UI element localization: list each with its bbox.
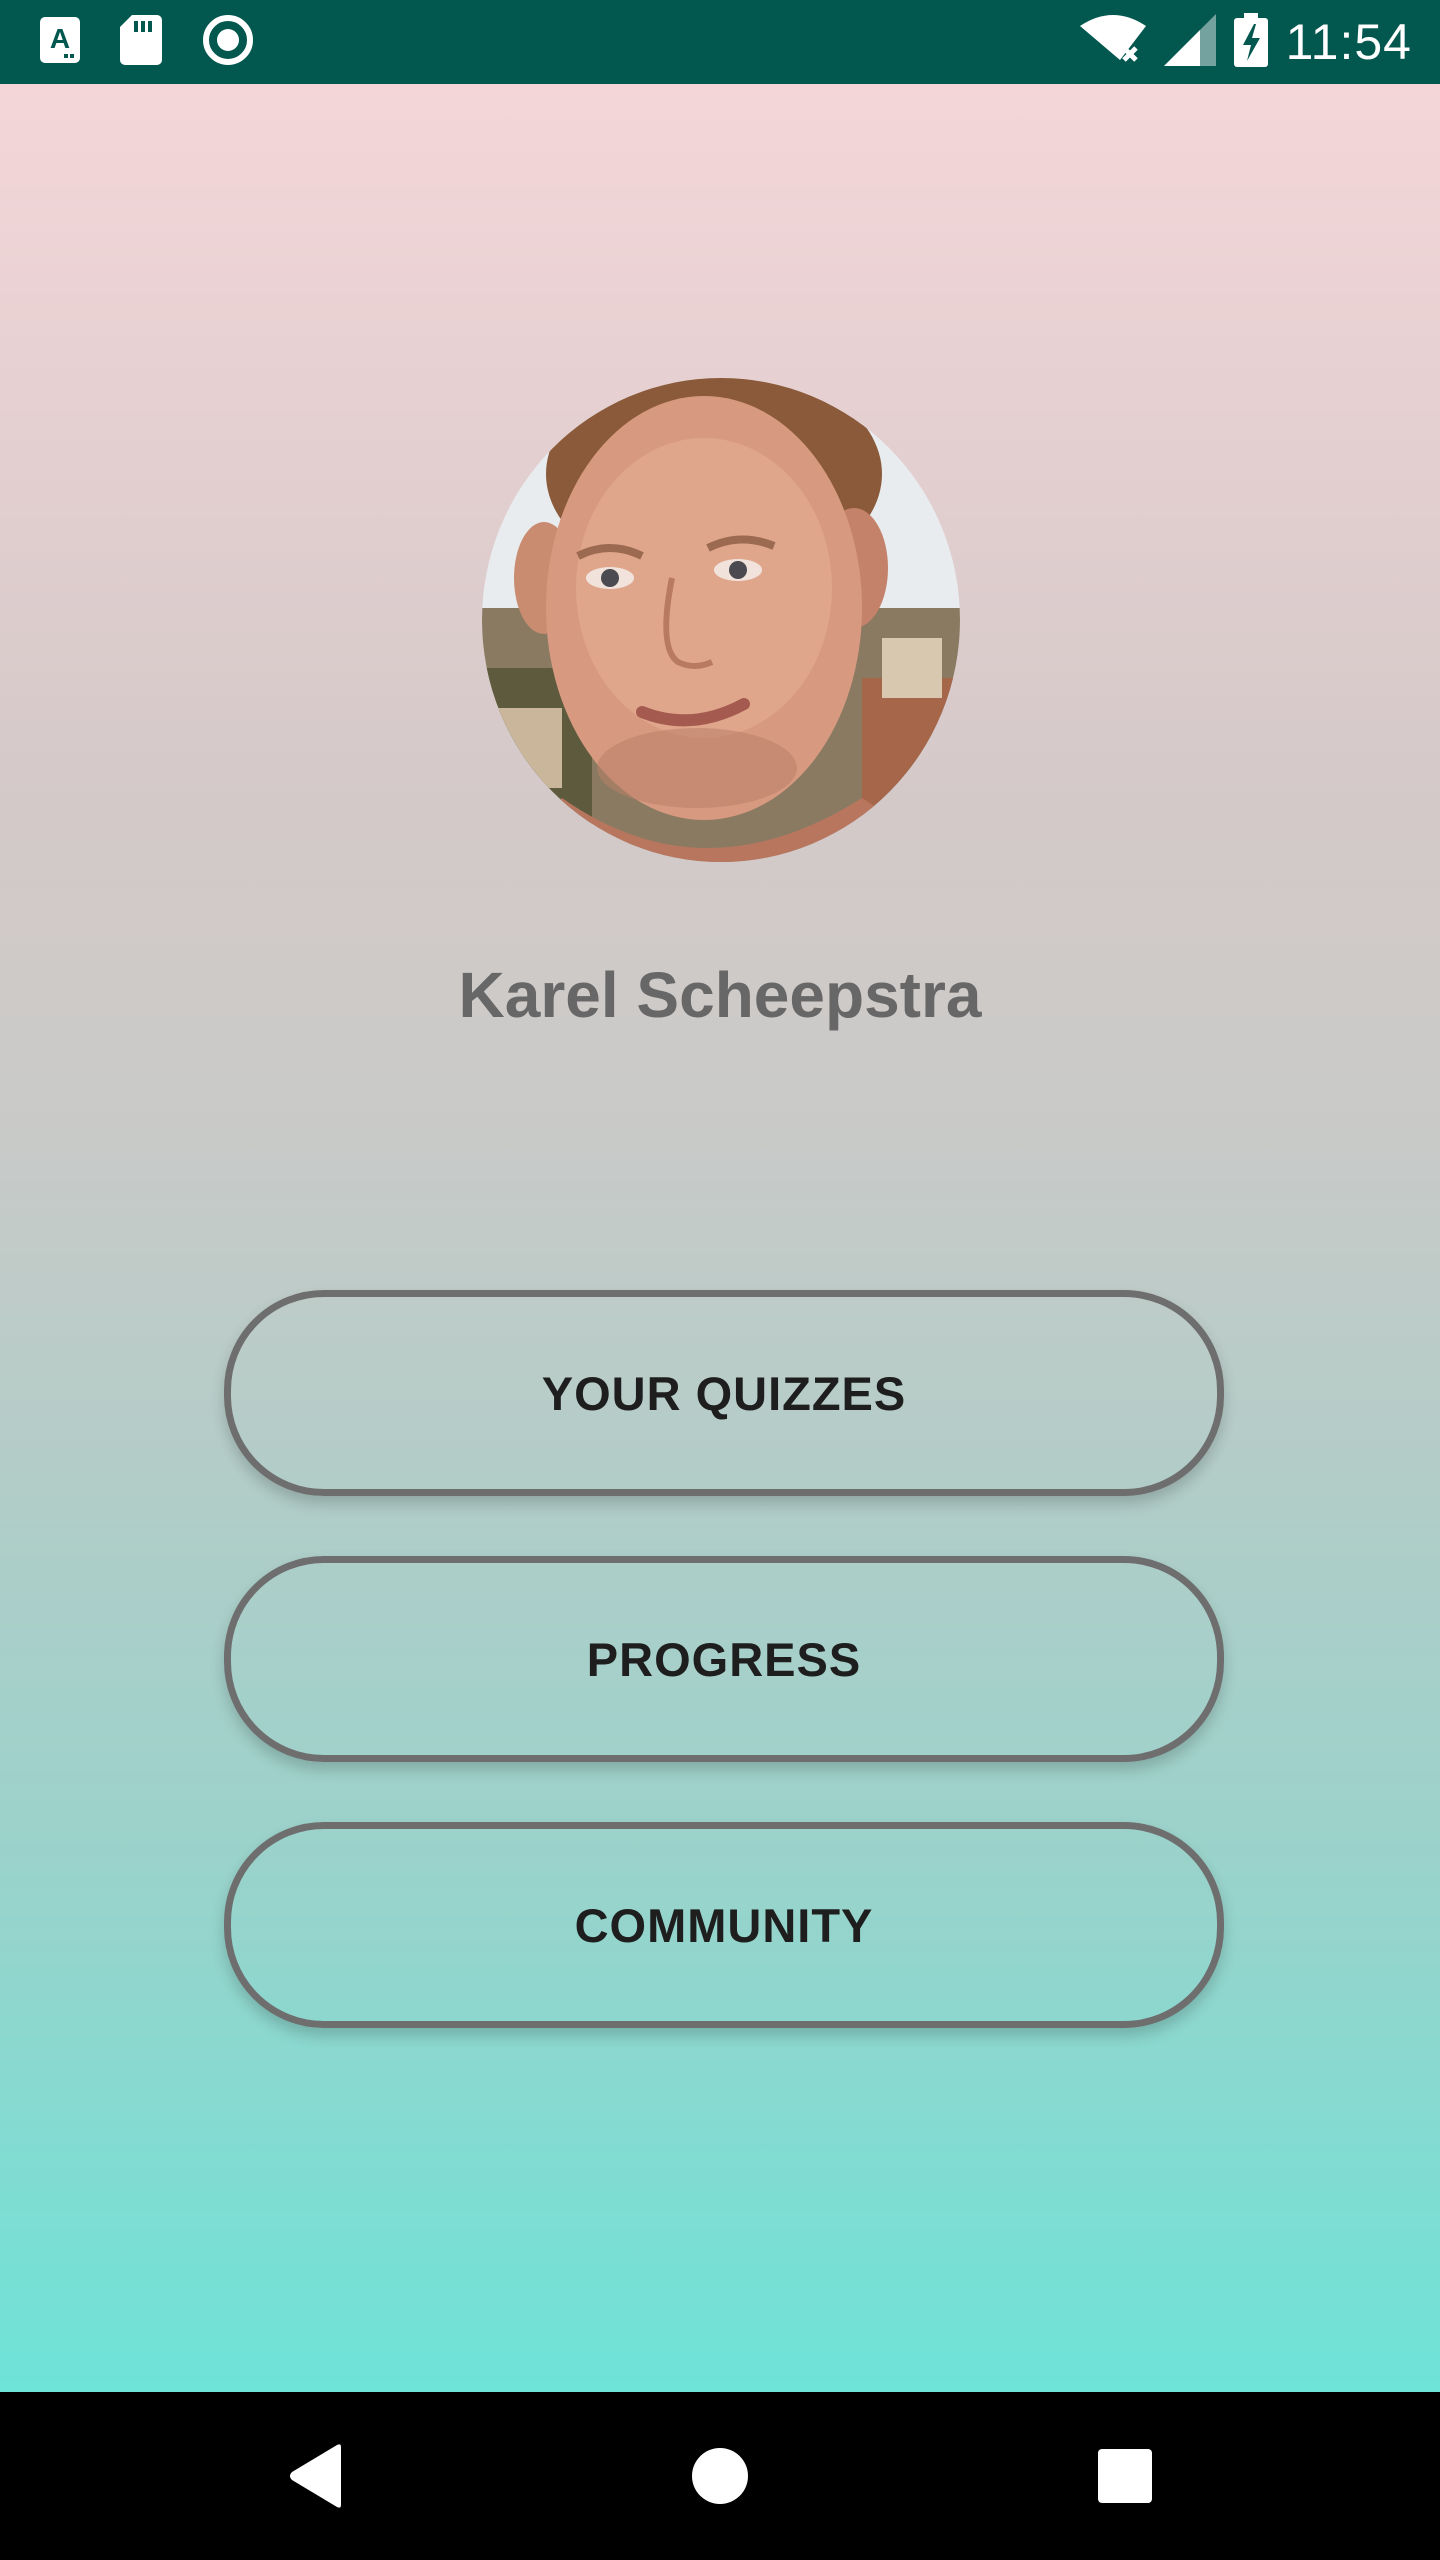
status-system-icons: 11:54 [1079, 10, 1412, 74]
profile-photo [482, 378, 960, 862]
profile-name: Karel Scheepstra [458, 959, 982, 1031]
cell-signal-icon [1163, 13, 1216, 71]
avatar [482, 378, 960, 862]
home-icon [692, 2448, 748, 2504]
sd-card-icon [120, 14, 162, 70]
battery-charging-icon [1233, 12, 1268, 72]
community-button[interactable]: COMMUNITY [224, 1822, 1224, 2028]
recents-icon [1098, 2449, 1152, 2503]
record-icon [202, 14, 254, 71]
status-notifications: A [40, 14, 254, 71]
wifi-no-internet-icon [1079, 14, 1146, 71]
status-bar: A 11:54 [0, 0, 1440, 84]
status-clock: 11:54 [1285, 14, 1412, 70]
back-button[interactable] [266, 2426, 366, 2526]
recents-button[interactable] [1075, 2426, 1175, 2526]
profile-screen: Karel Scheepstra YOUR QUIZZES PROGRESS C… [0, 84, 1440, 2392]
app-screen: A 11:54 Karel Scheepstra YOUR QUIZZES PR… [0, 0, 1440, 2560]
progress-button[interactable]: PROGRESS [224, 1556, 1224, 1762]
navigation-bar [0, 2392, 1440, 2560]
home-button[interactable] [670, 2426, 770, 2526]
svg-text:A: A [50, 23, 70, 54]
your-quizzes-button[interactable]: YOUR QUIZZES [224, 1290, 1224, 1496]
text-a-icon: A [40, 16, 80, 68]
back-icon [290, 2444, 341, 2508]
